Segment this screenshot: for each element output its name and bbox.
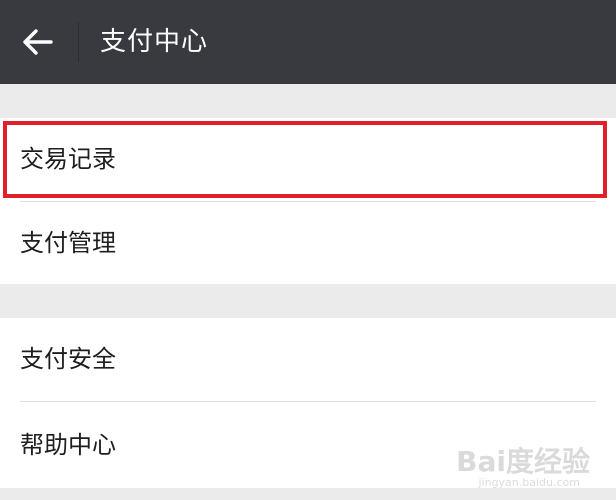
menu-item-label: 交易记录 [20, 145, 116, 173]
menu-item-label: 支付安全 [20, 345, 116, 373]
bottom-gap [0, 488, 616, 500]
title-bar: 支付中心 [0, 0, 616, 84]
menu-item-payment-management[interactable]: 支付管理 [0, 202, 616, 284]
menu-item-label: 帮助中心 [20, 431, 116, 459]
payment-center-page: 支付中心 交易记录 支付管理 支付安全 帮助中心 Bai度经验 jingyan.… [0, 0, 616, 500]
menu-item-transaction-records[interactable]: 交易记录 [0, 118, 616, 201]
menu-item-label: 支付管理 [20, 229, 116, 257]
menu-item-help-center[interactable]: 帮助中心 [0, 402, 616, 488]
arrow-left-icon [23, 29, 53, 55]
menu-group-primary: 交易记录 支付管理 [0, 118, 616, 284]
title-divider [78, 22, 79, 62]
back-button[interactable] [14, 18, 62, 66]
menu-item-payment-security[interactable]: 支付安全 [0, 318, 616, 401]
page-title: 支付中心 [100, 27, 209, 57]
menu-group-secondary: 支付安全 帮助中心 [0, 318, 616, 488]
